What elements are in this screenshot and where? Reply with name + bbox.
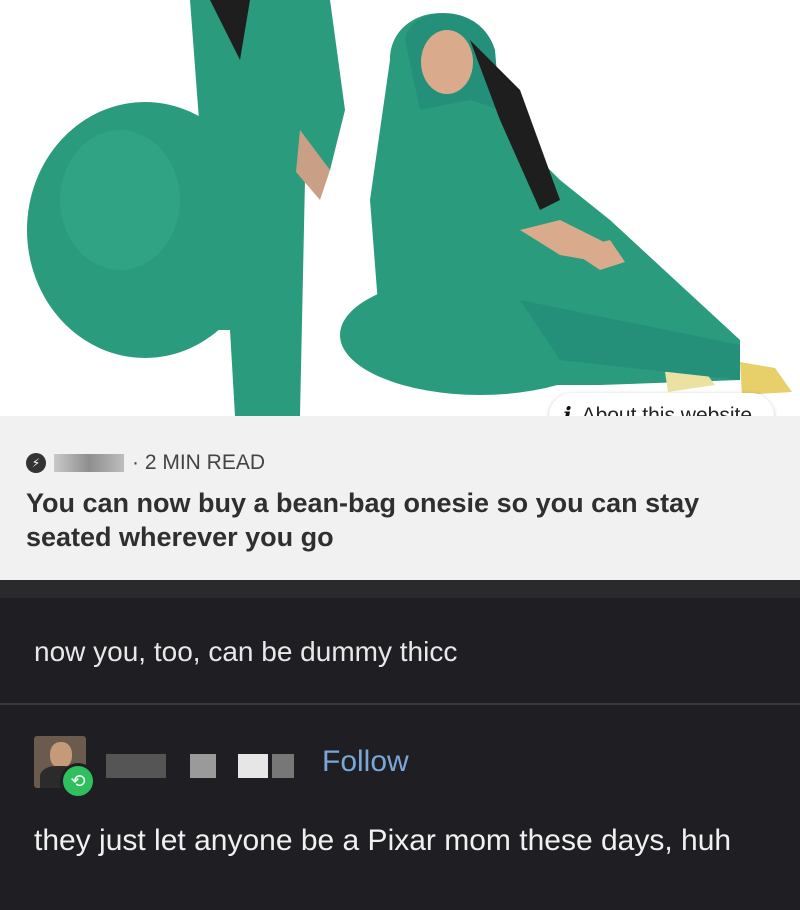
redacted-username <box>106 754 166 778</box>
reply-divider <box>0 703 800 705</box>
redacted-source <box>54 454 124 472</box>
onesie-photo <box>27 0 792 416</box>
redacted-username-block <box>238 754 268 778</box>
article-headline[interactable]: You can now buy a bean-bag onesie so you… <box>26 486 786 554</box>
read-time: · 2 MIN READ <box>132 451 266 474</box>
redacted-username-block <box>190 754 216 778</box>
source-logo-icon: ⚡ <box>26 453 46 473</box>
source-row: ⚡ · 2 MIN READ <box>26 446 265 480</box>
link-preview-card[interactable]: i About this website ⚡ · 2 MIN READ You … <box>0 0 800 580</box>
post-text: now you, too, can be dummy thicc <box>34 636 458 667</box>
reblog-icon: ⟲ <box>60 763 96 799</box>
redacted-username-block <box>272 754 294 778</box>
section-divider <box>0 580 800 598</box>
product-image[interactable] <box>0 0 800 416</box>
preview-meta: ⚡ · 2 MIN READ You can now buy a bean-ba… <box>0 416 800 580</box>
follow-button[interactable]: Follow <box>322 745 409 779</box>
reply-comment: they just let anyone be a Pixar mom thes… <box>34 824 732 857</box>
